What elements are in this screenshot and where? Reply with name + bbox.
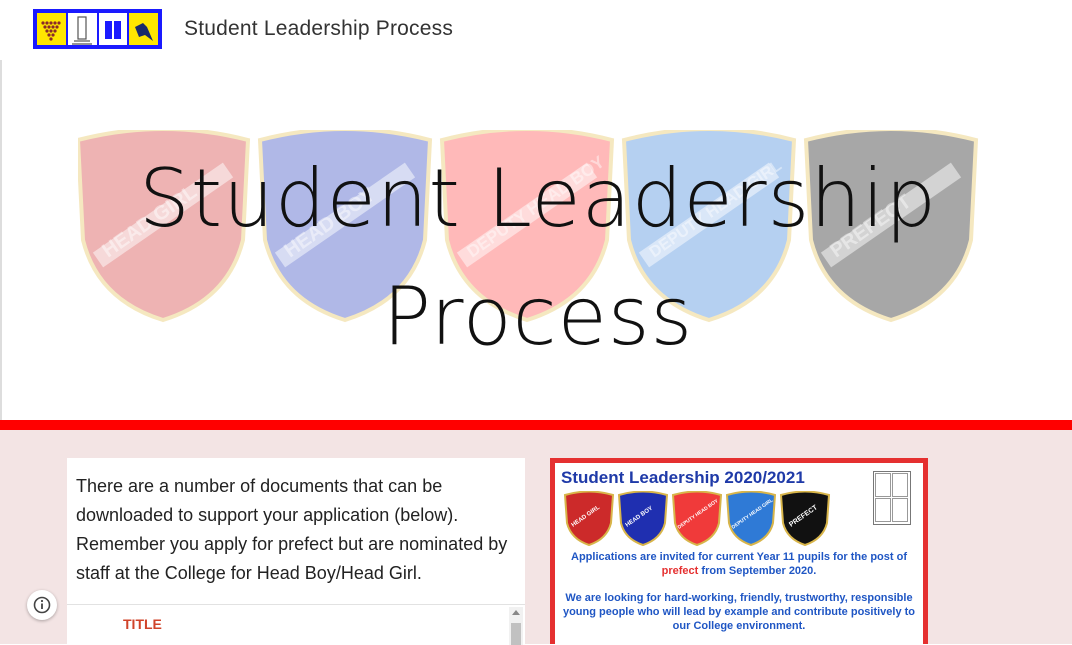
leadership-poster[interactable]: Student Leadership 2020/2021 HEAD GIRL H… (550, 458, 928, 644)
scroll-up-icon[interactable] (512, 610, 520, 615)
hero-banner: HEAD GIRL HEAD BOY DEPUTY HEAD BOY DEPUT… (0, 60, 1072, 420)
school-logo[interactable] (33, 9, 162, 49)
poster-p1-after: from September 2020. (701, 565, 817, 577)
poster-badges-image: HEAD GIRL HEAD BOY DEPUTY HEAD BOY DEPUT… (563, 491, 831, 547)
poster-title: Student Leadership 2020/2021 (561, 468, 805, 487)
logo-tower-panel (67, 13, 97, 45)
table-header-title[interactable]: TITLE (123, 616, 162, 632)
intro-text: There are a number of documents that can… (76, 476, 508, 583)
poster-paragraph-criteria: We are looking for hard-working, friendl… (562, 592, 916, 632)
section-divider (0, 420, 1072, 430)
poster-school-logo (873, 471, 911, 525)
logo-triangle-panel (37, 13, 66, 45)
info-button[interactable] (27, 590, 57, 620)
poster-p1-text: Applications are invited for current Yea… (571, 551, 907, 563)
site-header: Student Leadership Process (0, 0, 1072, 60)
documents-table[interactable]: TITLE (67, 604, 525, 645)
hero-title-line2: Process (382, 270, 694, 363)
poster-p1-highlight: prefect (661, 565, 699, 577)
hero-title: Student Leadership Process (2, 140, 1072, 376)
scroll-thumb[interactable] (511, 623, 521, 645)
logo-bird-panel (129, 13, 158, 45)
info-card: There are a number of documents that can… (67, 458, 525, 645)
info-icon (33, 596, 51, 614)
poster-paragraph-applications: Applications are invited for current Yea… (555, 550, 923, 578)
content-section: There are a number of documents that can… (0, 430, 1072, 645)
site-title[interactable]: Student Leadership Process (184, 17, 453, 41)
table-scrollbar[interactable] (509, 607, 523, 645)
hero-title-line1: Student Leadership (138, 152, 938, 245)
logo-book-panel (98, 13, 128, 45)
